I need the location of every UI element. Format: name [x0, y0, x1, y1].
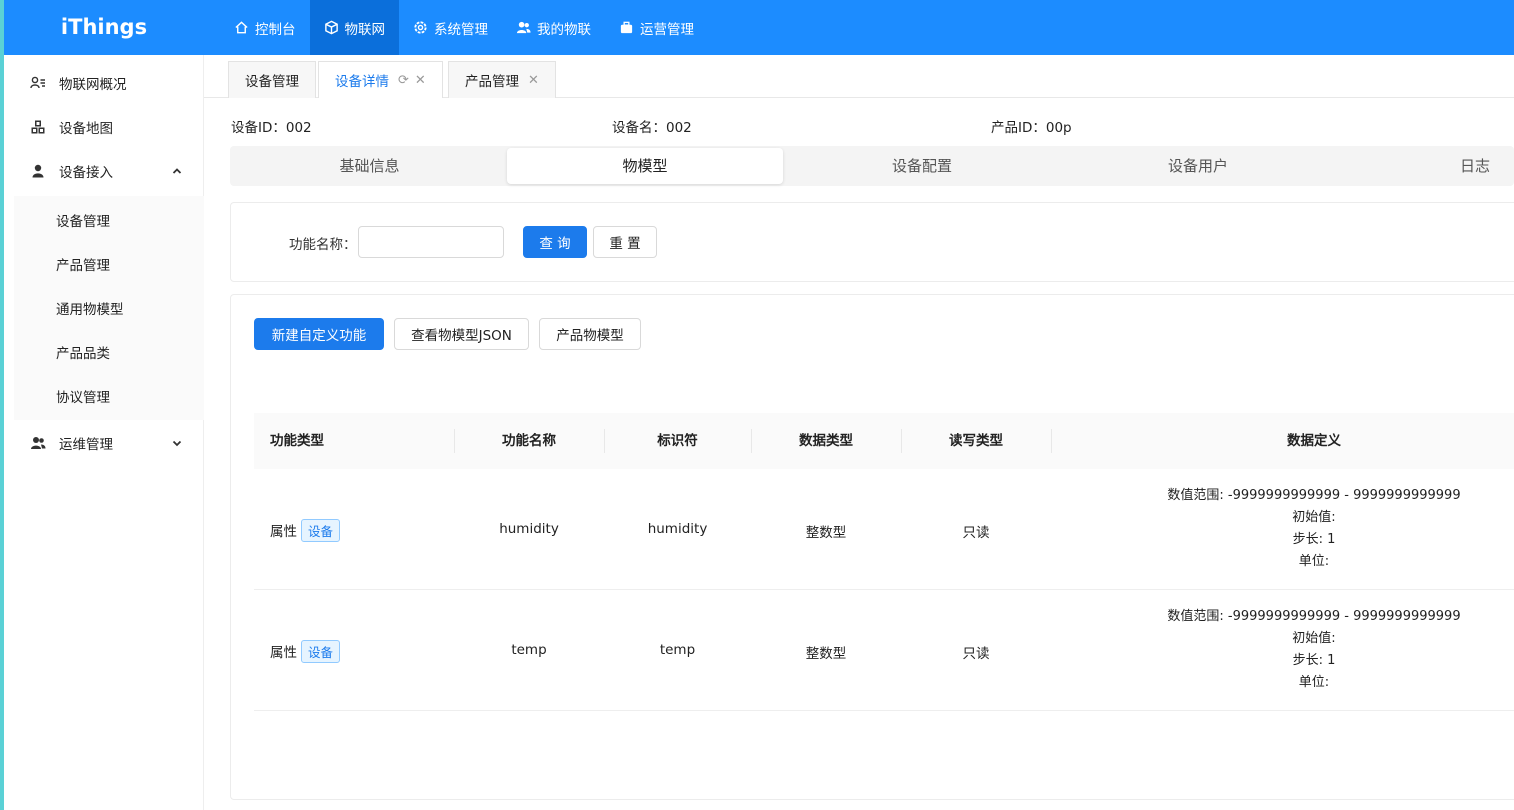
- function-type-cell: 属性 设备: [270, 519, 341, 542]
- function-type: 属性: [270, 645, 297, 661]
- sidebar-item-label: 设备地图: [59, 121, 113, 137]
- reset-button[interactable]: 重 置: [593, 226, 657, 258]
- top-nav: 控制台 物联网 系统管理 我的物联 运营管理: [220, 0, 708, 55]
- def-step: 步长: 1: [1292, 532, 1336, 547]
- close-icon[interactable]: ✕: [528, 73, 539, 88]
- product-id: 产品ID：00p: [991, 120, 1072, 136]
- topnav-operations[interactable]: 运营管理: [605, 0, 708, 55]
- product-model-button[interactable]: 产品物模型: [539, 318, 641, 350]
- detail-tabs: 基础信息 物模型 设备配置 设备用户 日志: [230, 146, 1514, 186]
- tab-device-users[interactable]: 设备用户: [1060, 148, 1336, 184]
- close-icon[interactable]: ✕: [415, 73, 426, 88]
- tab-label: 设备详情: [335, 74, 389, 90]
- function-type-cell: 属性 设备: [270, 640, 341, 663]
- top-navbar: iThings 控制台 物联网 系统管理 我的物联 运营管理: [4, 0, 1514, 55]
- topnav-label: 我的物联: [537, 21, 591, 38]
- data-definition-cell: 数值范围: -9999999999999 - 9999999999999 初始值…: [1084, 606, 1514, 694]
- device-tag: 设备: [301, 519, 341, 542]
- app-logo[interactable]: iThings: [4, 0, 204, 55]
- topnav-label: 系统管理: [434, 21, 488, 38]
- sidebar-item-label: 设备接入: [59, 165, 113, 181]
- view-model-json-button[interactable]: 查看物模型JSON: [394, 318, 529, 350]
- tab-label: 设备管理: [245, 74, 299, 90]
- data-type-cell: 整数型: [805, 646, 847, 662]
- sidebar-sub-device-management[interactable]: 设备管理: [14, 198, 204, 242]
- topnav-iot[interactable]: 物联网: [309, 0, 399, 55]
- topnav-label: 物联网: [344, 21, 386, 38]
- users-icon: [516, 21, 531, 34]
- function-name-label: 功能名称：: [289, 237, 357, 253]
- device-name: 设备名：002: [612, 120, 692, 136]
- table-row: 属性 设备 temp temp 整数型 只读 数值范围: -99999999999…: [254, 590, 1514, 711]
- tab-device-management[interactable]: 设备管理: [228, 61, 316, 98]
- function-name-cell: temp: [511, 642, 547, 658]
- def-unit: 单位:: [1298, 554, 1330, 569]
- page-tabs: 设备管理 设备详情 ⟳ ✕ 产品管理 ✕: [204, 55, 1514, 98]
- sidebar-item-label: 运维管理: [59, 437, 113, 453]
- rw-type-cell: 只读: [962, 525, 990, 541]
- function-name-input[interactable]: [358, 226, 504, 258]
- column-header: 数据类型: [799, 433, 853, 449]
- cube-icon: [324, 20, 338, 35]
- topnav-system[interactable]: 系统管理: [399, 0, 502, 55]
- def-initial: 初始值:: [1292, 510, 1336, 525]
- tab-label: 产品管理: [465, 74, 519, 90]
- sidebar-item-device-access[interactable]: 设备接入: [4, 149, 204, 193]
- topnav-label: 运营管理: [640, 21, 694, 38]
- query-button[interactable]: 查 询: [523, 226, 587, 258]
- rw-type-cell: 只读: [962, 646, 990, 662]
- new-custom-function-button[interactable]: 新建自定义功能: [254, 318, 384, 350]
- def-step: 步长: 1: [1292, 653, 1336, 668]
- tab-device-config[interactable]: 设备配置: [784, 148, 1060, 184]
- sidebar-item-device-map[interactable]: 设备地图: [4, 105, 204, 149]
- data-type-cell: 整数型: [805, 525, 847, 541]
- sidebar-item-label: 物联网概况: [59, 77, 127, 93]
- function-type: 属性: [270, 524, 297, 540]
- sidebar-sub-product-category[interactable]: 产品品类: [14, 330, 204, 374]
- refresh-icon[interactable]: ⟳: [398, 73, 409, 88]
- tab-logs[interactable]: 日志: [1430, 148, 1514, 184]
- def-range: 数值范围: -9999999999999 - 9999999999999: [1167, 488, 1461, 503]
- tab-device-detail[interactable]: 设备详情 ⟳ ✕: [318, 61, 443, 98]
- sidebar-item-overview[interactable]: 物联网概况: [4, 61, 204, 105]
- function-name-cell: humidity: [499, 521, 559, 537]
- sidebar: 物联网概况 设备地图 设备接入 设备管理 产品管理 通用物模型 产品品类 协议管…: [4, 55, 204, 810]
- tab-basic-info[interactable]: 基础信息: [232, 148, 507, 184]
- sidebar-sub-common-model[interactable]: 通用物模型: [14, 286, 204, 330]
- column-header: 数据定义: [1287, 433, 1341, 449]
- user-icon: [32, 164, 44, 178]
- identifier-cell: humidity: [647, 521, 708, 537]
- users-icon: [31, 437, 46, 449]
- chevron-down-icon: [172, 440, 182, 447]
- sidebar-item-ops[interactable]: 运维管理: [4, 421, 204, 465]
- column-header: 标识符: [657, 433, 698, 449]
- device-id: 设备ID：002: [231, 120, 312, 136]
- def-initial: 初始值:: [1292, 631, 1336, 646]
- topnav-console[interactable]: 控制台: [220, 0, 310, 55]
- tab-thing-model[interactable]: 物模型: [507, 148, 783, 184]
- data-definition-cell: 数值范围: -9999999999999 - 9999999999999 初始值…: [1084, 485, 1514, 573]
- table-row: 属性 设备 humidity humidity 整数型 只读 数值范围: -999…: [254, 469, 1514, 590]
- home-icon: [235, 21, 248, 34]
- table-header: 功能类型 功能名称 标识符 数据类型 读写类型 数据定义: [254, 413, 1514, 469]
- def-unit: 单位:: [1298, 675, 1330, 690]
- sidebar-sub-protocol-management[interactable]: 协议管理: [14, 374, 204, 418]
- gear-icon: [414, 21, 427, 34]
- column-divider: [1051, 429, 1052, 453]
- device-tag: 设备: [301, 640, 341, 663]
- column-header: 功能名称: [502, 433, 556, 449]
- user-list-icon: [30, 76, 45, 89]
- def-range: 数值范围: -9999999999999 - 9999999999999: [1167, 609, 1461, 624]
- sidebar-sub-product-management[interactable]: 产品管理: [14, 242, 204, 286]
- topnav-my-iot[interactable]: 我的物联: [502, 0, 605, 55]
- column-header: 功能类型: [270, 433, 324, 449]
- briefcase-icon: [620, 21, 633, 34]
- chevron-up-icon: [172, 168, 182, 174]
- column-header: 读写类型: [949, 433, 1003, 449]
- cubes-icon: [31, 120, 45, 134]
- tab-product-management[interactable]: 产品管理 ✕: [448, 61, 556, 98]
- identifier-cell: temp: [659, 642, 696, 658]
- topnav-label: 控制台: [255, 21, 296, 38]
